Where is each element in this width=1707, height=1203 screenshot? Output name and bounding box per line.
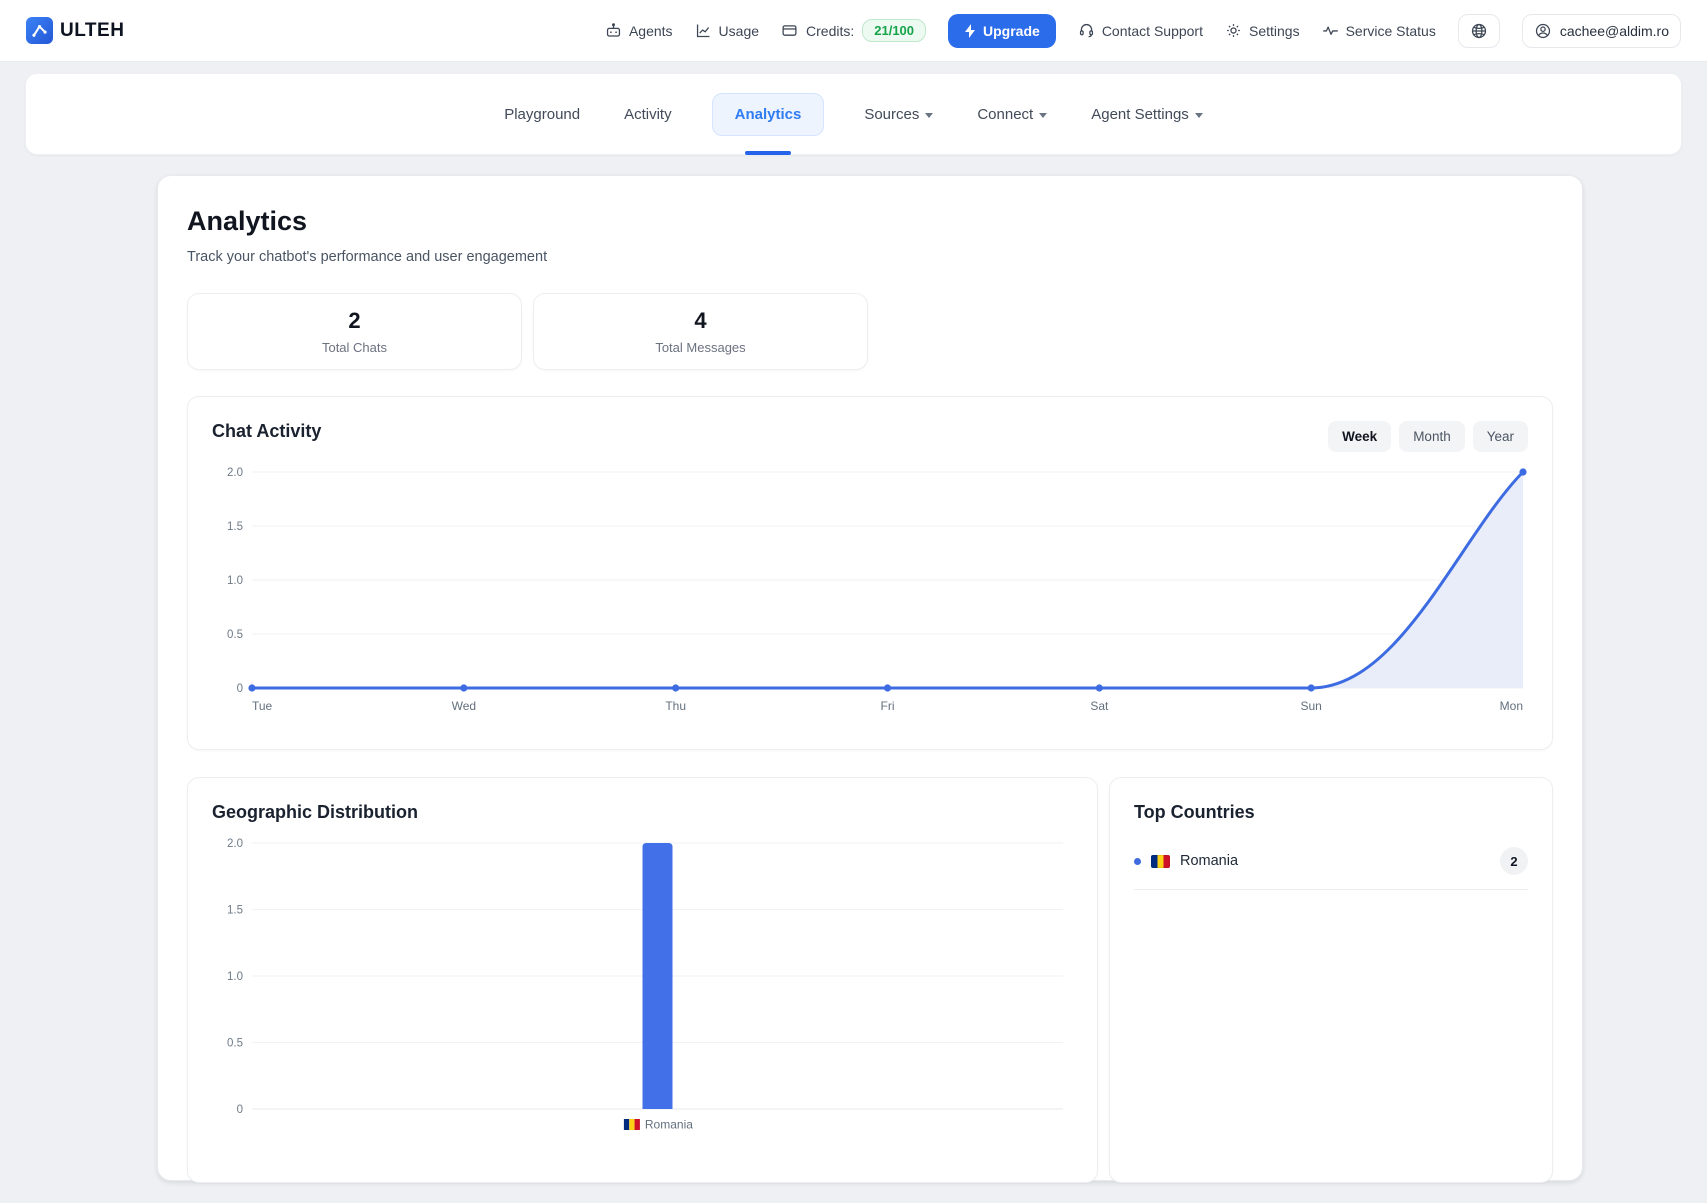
geographic-distribution-panel: Geographic Distribution 0 0.5 1.0 1.5 2.0 Rom… (187, 777, 1098, 1183)
stat-card-total-messages: 4 Total Messages (533, 293, 868, 370)
credits-value-badge: 21/100 (862, 19, 926, 42)
chat-activity-panel: Chat Activity Week Month Year 0 0.5 1.0 1.5… (187, 396, 1553, 750)
range-month-button[interactable]: Month (1399, 421, 1465, 452)
svg-text:1.5: 1.5 (227, 521, 243, 533)
page-subtitle: Track your chatbot's performance and use… (187, 249, 1553, 265)
robot-icon (605, 22, 622, 39)
credits-indicator: Credits: 21/100 (781, 19, 926, 42)
country-list-item: Romania 2 (1134, 847, 1528, 890)
svg-text:Wed: Wed (452, 699, 476, 713)
romania-flag-icon (1151, 855, 1170, 868)
tab-playground[interactable]: Playground (500, 94, 584, 135)
page-title: Analytics (187, 206, 1553, 237)
section-tabs-bar: Playground Activity Analytics Sources Co… (25, 73, 1682, 155)
svg-text:Tue: Tue (252, 699, 273, 713)
total-messages-value: 4 (694, 308, 706, 334)
svg-text:Sat: Sat (1090, 699, 1109, 713)
range-year-button[interactable]: Year (1473, 421, 1528, 452)
stats-row: 2 Total Chats 4 Total Messages (187, 293, 1553, 370)
bottom-row: Geographic Distribution 0 0.5 1.0 1.5 2.0 Rom… (187, 777, 1553, 1183)
chat-activity-line-chart: 0 0.5 1.0 1.5 2.0 Tue Wed Thu Fri Sat Sun Mon (212, 462, 1528, 725)
nav-contact-support[interactable]: Contact Support (1078, 22, 1203, 39)
tab-sources-label: Sources (864, 106, 919, 123)
gear-icon (1225, 22, 1242, 39)
svg-text:0: 0 (237, 1104, 243, 1116)
nav-agents[interactable]: Agents (605, 22, 673, 39)
credits-label: Credits: (806, 23, 854, 39)
svg-text:Thu: Thu (665, 699, 686, 713)
chevron-down-icon (925, 113, 933, 118)
svg-text:Sun: Sun (1300, 699, 1321, 713)
svg-text:0.5: 0.5 (227, 1038, 243, 1050)
country-bullet-icon (1134, 858, 1141, 865)
svg-text:2.0: 2.0 (227, 838, 243, 850)
tab-agent-settings[interactable]: Agent Settings (1087, 94, 1207, 135)
country-count-badge: 2 (1500, 847, 1528, 875)
nav-settings-label: Settings (1249, 23, 1300, 39)
analytics-page-card: Analytics Track your chatbot's performan… (157, 175, 1583, 1181)
credit-card-icon (781, 22, 798, 39)
brand-name: ULTEH (60, 20, 124, 42)
top-nav: Agents Usage Credits: 21/100 Upgrade (605, 14, 1681, 48)
top-countries-panel: Top Countries Romania 2 (1109, 777, 1553, 1183)
svg-text:Romania: Romania (645, 1118, 693, 1132)
total-chats-label: Total Chats (322, 340, 387, 355)
svg-text:0: 0 (237, 683, 243, 695)
tab-agent-settings-label: Agent Settings (1091, 106, 1189, 123)
range-selector: Week Month Year (1328, 421, 1528, 452)
nav-usage-label: Usage (719, 23, 759, 39)
headset-icon (1078, 22, 1095, 39)
upgrade-button[interactable]: Upgrade (948, 14, 1056, 48)
brand-logo-icon (26, 17, 53, 44)
user-account-button[interactable]: cachee@aldim.ro (1522, 14, 1681, 48)
chat-activity-title: Chat Activity (212, 421, 321, 442)
tab-sources[interactable]: Sources (860, 94, 937, 135)
svg-text:Mon: Mon (1500, 699, 1523, 713)
nav-service-status[interactable]: Service Status (1322, 22, 1436, 39)
brand[interactable]: ULTEH (26, 17, 124, 44)
globe-icon (1470, 22, 1488, 40)
range-week-button[interactable]: Week (1328, 421, 1391, 452)
nav-contact-support-label: Contact Support (1102, 23, 1203, 39)
upgrade-label: Upgrade (983, 23, 1040, 39)
country-name: Romania (1180, 853, 1238, 869)
total-chats-value: 2 (348, 308, 360, 334)
language-globe-button[interactable] (1458, 14, 1500, 48)
user-email: cachee@aldim.ro (1560, 23, 1669, 39)
geographic-distribution-bar-chart: 0 0.5 1.0 1.5 2.0 Romania (212, 833, 1073, 1156)
chevron-down-icon (1039, 113, 1047, 118)
total-messages-label: Total Messages (655, 340, 745, 355)
tab-connect-label: Connect (977, 106, 1033, 123)
svg-text:1.0: 1.0 (227, 971, 243, 983)
bolt-icon (964, 24, 976, 38)
geographic-distribution-title: Geographic Distribution (212, 802, 1073, 823)
svg-text:0.5: 0.5 (227, 629, 243, 641)
tab-analytics[interactable]: Analytics (712, 93, 825, 136)
usage-chart-icon (695, 22, 712, 39)
chat-activity-header: Chat Activity Week Month Year (212, 421, 1528, 452)
tab-activity[interactable]: Activity (620, 94, 676, 135)
chevron-down-icon (1195, 113, 1203, 118)
svg-text:1.0: 1.0 (227, 575, 243, 587)
pulse-icon (1322, 22, 1339, 39)
nav-service-status-label: Service Status (1346, 23, 1436, 39)
svg-text:Fri: Fri (881, 699, 895, 713)
top-countries-title: Top Countries (1134, 802, 1528, 823)
tab-connect[interactable]: Connect (973, 94, 1051, 135)
nav-agents-label: Agents (629, 23, 673, 39)
top-header: ULTEH Agents Usage Credits: 21/100 (0, 0, 1707, 62)
svg-text:1.5: 1.5 (227, 905, 243, 917)
svg-text:2.0: 2.0 (227, 467, 243, 479)
user-icon (1534, 22, 1552, 40)
nav-usage[interactable]: Usage (695, 22, 759, 39)
nav-settings[interactable]: Settings (1225, 22, 1300, 39)
stat-card-total-chats: 2 Total Chats (187, 293, 522, 370)
